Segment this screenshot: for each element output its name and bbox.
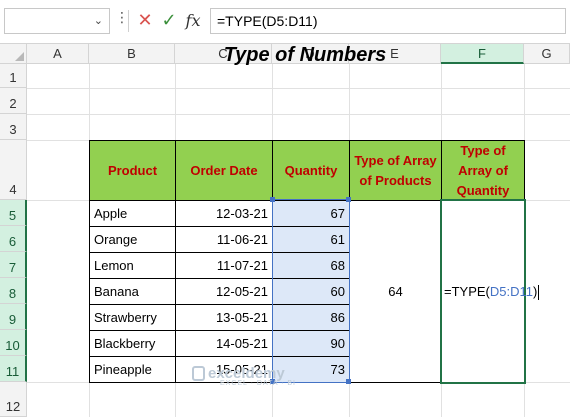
row-header-5[interactable]: 5: [0, 200, 27, 226]
cell-quantity[interactable]: 86: [272, 304, 350, 331]
sheet-title[interactable]: Type of Numbers: [175, 44, 435, 67]
cell-product[interactable]: Banana: [89, 278, 176, 305]
formula-range-ref: D5:D11: [489, 284, 533, 299]
watermark-tagline: EXCEL · DATA · BI: [220, 380, 296, 387]
chevron-down-icon[interactable]: ⌄: [94, 14, 103, 27]
gridline: [27, 88, 570, 89]
check-icon[interactable]: ✓: [158, 8, 180, 34]
column-header-f[interactable]: F: [441, 44, 524, 64]
formula-input[interactable]: =TYPE(D5:D11): [210, 8, 566, 34]
header-type-array-quantity[interactable]: Type of Array of Quantity: [441, 140, 525, 201]
name-box[interactable]: ⌄: [4, 8, 110, 34]
cell-product[interactable]: Apple: [89, 200, 176, 227]
row-header-2[interactable]: 2: [0, 88, 27, 114]
row-header-1[interactable]: 1: [0, 64, 27, 88]
cell-edit-formula[interactable]: =TYPE(D5:D11): [444, 284, 540, 301]
cell-type-products-result[interactable]: 64: [349, 200, 442, 383]
column-header-a[interactable]: A: [27, 44, 89, 64]
cell-product[interactable]: Pineapple: [89, 356, 176, 383]
cell-quantity[interactable]: 68: [272, 252, 350, 279]
row-header-9[interactable]: 9: [0, 304, 27, 330]
gridline: [27, 114, 570, 115]
row-header-6[interactable]: 6: [0, 226, 27, 252]
cell-quantity[interactable]: 60: [272, 278, 350, 305]
cell-quantity[interactable]: 67: [272, 200, 350, 227]
formula-bar-divider: [128, 10, 129, 32]
column-header-b[interactable]: B: [89, 44, 175, 64]
cell-order-date[interactable]: 13-05-21: [175, 304, 273, 331]
cell-product[interactable]: Blackberry: [89, 330, 176, 357]
watermark: exceldemy EXCEL · DATA · BI: [192, 365, 296, 387]
formula-bar: ⌄ ⋮ ✕ ✓ fx =TYPE(D5:D11): [0, 0, 570, 44]
cell-quantity[interactable]: 61: [272, 226, 350, 253]
cell-product[interactable]: Orange: [89, 226, 176, 253]
cell-order-date[interactable]: 12-05-21: [175, 278, 273, 305]
cancel-x-icon[interactable]: ✕: [134, 8, 156, 34]
text-caret: [538, 285, 540, 301]
cell-order-date[interactable]: 11-06-21: [175, 226, 273, 253]
header-product[interactable]: Product: [89, 140, 176, 201]
row-header-4[interactable]: 4: [0, 140, 27, 200]
cell-order-date[interactable]: 12-03-21: [175, 200, 273, 227]
row-header-10[interactable]: 10: [0, 330, 27, 356]
column-header-g[interactable]: G: [524, 44, 570, 64]
row-header-7[interactable]: 7: [0, 252, 27, 278]
row-header-12[interactable]: 12: [0, 382, 27, 417]
row-header-11[interactable]: 11: [0, 356, 27, 382]
cell-order-date[interactable]: 14-05-21: [175, 330, 273, 357]
cell-product[interactable]: Strawberry: [89, 304, 176, 331]
resize-handle[interactable]: [346, 379, 351, 384]
row-header-8[interactable]: 8: [0, 278, 27, 304]
resize-handle[interactable]: [270, 197, 275, 202]
cell-quantity[interactable]: 90: [272, 330, 350, 357]
header-order-date[interactable]: Order Date: [175, 140, 273, 201]
select-all-button[interactable]: [0, 44, 27, 64]
insert-function-button[interactable]: fx: [182, 8, 204, 34]
more-options-icon[interactable]: ⋮: [115, 10, 129, 26]
header-type-array-products[interactable]: Type of Array of Products: [349, 140, 442, 201]
cell-product[interactable]: Lemon: [89, 252, 176, 279]
formula-prefix: =TYPE(: [444, 284, 490, 299]
resize-handle[interactable]: [346, 197, 351, 202]
formula-suffix: ): [533, 284, 538, 299]
exceldemy-logo-icon: [192, 366, 205, 381]
cell-order-date[interactable]: 11-07-21: [175, 252, 273, 279]
header-quantity[interactable]: Quantity: [272, 140, 350, 201]
row-header-3[interactable]: 3: [0, 114, 27, 140]
